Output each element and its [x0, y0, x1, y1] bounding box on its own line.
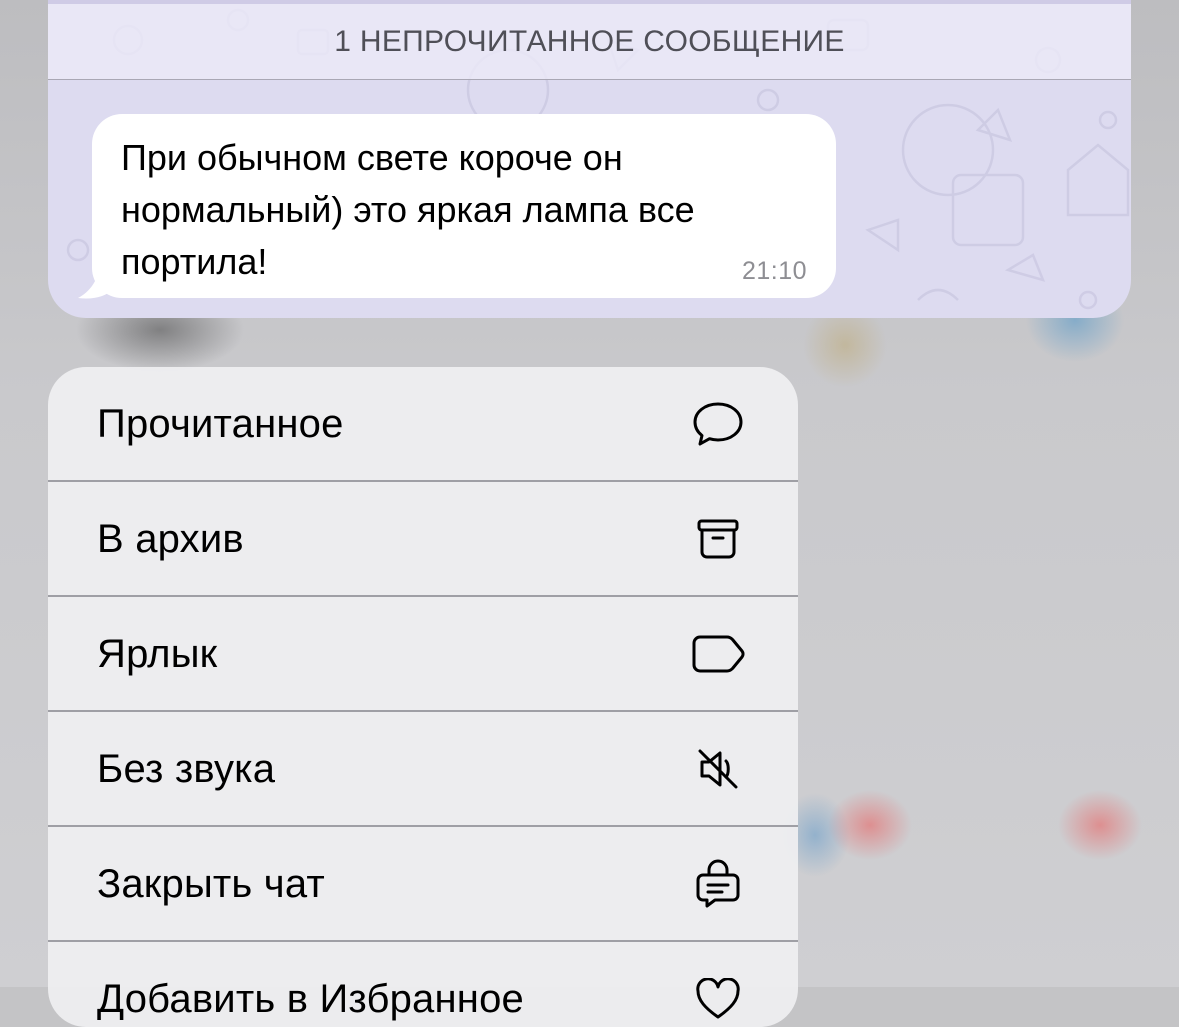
message-time: 21:10 [741, 257, 807, 285]
menu-item-lock-chat[interactable]: Закрыть чат [48, 827, 798, 941]
menu-item-label: Прочитанное [97, 401, 344, 446]
message-text: При обычном свете короче он нормальный) … [121, 137, 695, 282]
unread-divider: 1 НЕПРОЧИТАННОЕ СООБЩЕНИЕ [48, 4, 1131, 80]
unread-label: 1 НЕПРОЧИТАННОЕ СООБЩЕНИЕ [334, 24, 845, 58]
menu-item-add-favorites[interactable]: Добавить в Избранное [48, 942, 798, 1027]
heart-icon [690, 971, 746, 1027]
menu-item-label-tag[interactable]: Ярлык [48, 597, 798, 711]
tag-icon [690, 626, 746, 682]
context-menu: Прочитанное В архив Ярлык Без звука Закр… [48, 367, 798, 1027]
menu-item-archive[interactable]: В архив [48, 482, 798, 596]
menu-item-label: Ярлык [97, 631, 218, 676]
speaker-muted-icon [690, 741, 746, 797]
menu-item-mark-read[interactable]: Прочитанное [48, 367, 798, 481]
menu-item-label: Без звука [97, 746, 276, 791]
message-bubble-icon [690, 396, 746, 452]
lock-chat-icon [690, 856, 746, 912]
menu-item-label: В архив [97, 516, 244, 561]
archive-box-icon [690, 511, 746, 567]
menu-item-label: Добавить в Избранное [97, 976, 524, 1021]
message-bubble[interactable]: При обычном свете короче он нормальный) … [92, 114, 836, 298]
chat-preview: 1 НЕПРОЧИТАННОЕ СООБЩЕНИЕ При обычном св… [48, 0, 1131, 318]
menu-item-mute[interactable]: Без звука [48, 712, 798, 826]
menu-item-label: Закрыть чат [97, 861, 325, 906]
